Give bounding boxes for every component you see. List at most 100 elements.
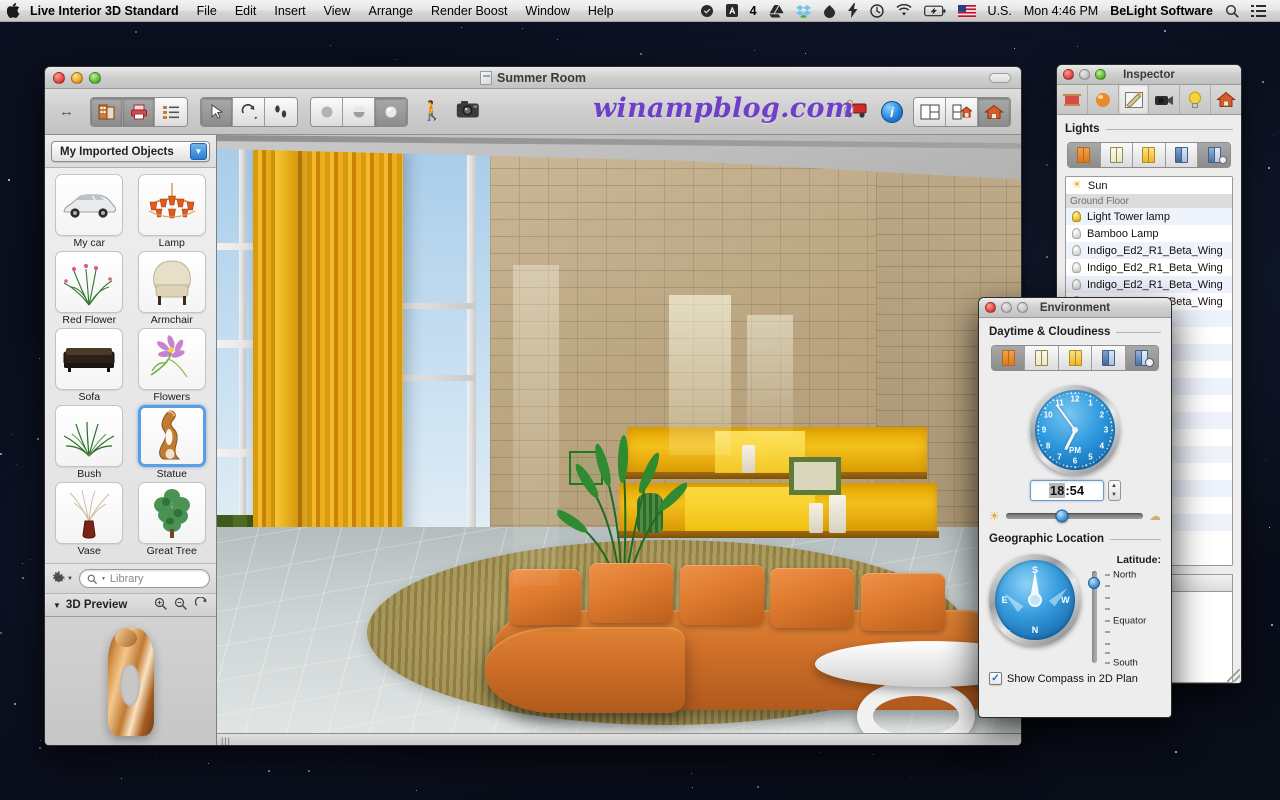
menu-arrange[interactable]: Arrange — [360, 0, 422, 21]
checkmark-icon[interactable]: ✓ — [989, 672, 1002, 685]
lights-list-item[interactable]: Indigo_Ed2_R1_Beta_Wing — [1066, 242, 1232, 259]
latitude-slider[interactable] — [1087, 569, 1101, 665]
zoom-in-icon[interactable] — [154, 597, 167, 613]
bulb-off-icon[interactable] — [1072, 279, 1081, 290]
lights-list-item[interactable]: Indigo_Ed2_R1_Beta_Wing — [1066, 276, 1232, 293]
preview-3d-viewport[interactable] — [45, 617, 216, 745]
inspector-tab-house[interactable] — [1211, 85, 1241, 114]
window-controls[interactable] — [45, 71, 101, 84]
flat-sphere-icon[interactable] — [311, 97, 343, 126]
tool-segment[interactable] — [200, 96, 298, 127]
inspector-tab-edit[interactable] — [1118, 85, 1150, 114]
google-drive-icon[interactable] — [763, 0, 790, 21]
bulb-on-icon[interactable] — [1072, 211, 1081, 222]
zoom-out-icon[interactable] — [174, 597, 187, 613]
gear-icon[interactable]: ▼ — [51, 571, 73, 586]
flash-icon[interactable] — [842, 0, 864, 21]
evernote-icon[interactable] — [694, 0, 720, 21]
split-window-icon[interactable] — [914, 97, 946, 126]
layout-segment[interactable] — [913, 96, 1011, 127]
menu-insert[interactable]: Insert — [265, 0, 314, 21]
library-category-popup[interactable]: My Imported Objects ▼ — [51, 141, 210, 162]
cloudiness-mode-segment[interactable] — [991, 345, 1159, 371]
window-day-icon[interactable] — [1100, 143, 1134, 167]
house-icon[interactable] — [978, 97, 1010, 126]
search-input[interactable]: ▼ Library — [78, 569, 210, 588]
droplet-icon[interactable] — [817, 0, 842, 21]
cloudiness-slider-knob[interactable] — [1055, 509, 1069, 523]
window-night-icon[interactable] — [1092, 346, 1126, 370]
menu-file[interactable]: File — [188, 0, 226, 21]
camera-icon[interactable] — [456, 100, 480, 124]
menu-app-name[interactable]: Live Interior 3D Standard — [26, 0, 188, 21]
library-item-my-car[interactable]: My car — [50, 174, 129, 249]
rotate-icon[interactable] — [233, 97, 265, 126]
inspector-tab-light[interactable] — [1180, 85, 1212, 114]
search-icon[interactable] — [1219, 0, 1245, 21]
footsteps-icon[interactable] — [265, 97, 297, 126]
shiny-sphere-icon[interactable] — [375, 97, 407, 126]
window-day-icon[interactable] — [1025, 346, 1059, 370]
wifi-icon[interactable] — [890, 0, 918, 21]
light-mode-segment[interactable] — [1067, 142, 1231, 168]
window-dusk-icon[interactable] — [1133, 143, 1166, 167]
inspector-tab-camera[interactable] — [1149, 85, 1181, 114]
bulb-off-icon[interactable] — [1072, 262, 1081, 273]
library-item-armchair[interactable]: Armchair — [133, 251, 212, 326]
latitude-slider-knob[interactable] — [1088, 576, 1100, 589]
chevron-down-icon[interactable]: ▼ — [67, 576, 73, 582]
time-machine-icon[interactable] — [864, 0, 890, 21]
time-minutes[interactable]: 54 — [1070, 483, 1084, 498]
window-dawn-icon[interactable] — [1068, 143, 1101, 167]
menu-clock[interactable]: Mon 4:46 PM — [1018, 0, 1104, 21]
window-night-icon[interactable] — [1165, 143, 1199, 167]
window-pill-icon[interactable] — [989, 72, 1011, 83]
library-item-red-flower[interactable]: Red Flower — [50, 251, 129, 326]
printer-icon[interactable] — [123, 97, 155, 126]
3d-viewport[interactable]: ||| — [217, 135, 1021, 746]
window-dawn-icon[interactable] — [992, 346, 1026, 370]
resize-handle-icon[interactable]: ↔ — [55, 103, 78, 120]
adobe-cc-icon[interactable] — [720, 0, 744, 21]
time-hours[interactable]: 18 — [1048, 483, 1066, 498]
apple-logo-icon[interactable] — [0, 0, 26, 21]
plan-house-icon[interactable] — [946, 97, 978, 126]
info-icon[interactable]: i — [881, 100, 903, 123]
building-plan-icon[interactable] — [91, 97, 123, 126]
show-compass-checkbox-row[interactable]: ✓ Show Compass in 2D Plan — [989, 672, 1161, 685]
disclosure-triangle-icon[interactable]: ▼ — [53, 601, 61, 610]
window-clock-icon[interactable] — [1125, 346, 1158, 370]
inspector-resize-grip-icon[interactable] — [1227, 669, 1240, 682]
chevron-down-icon[interactable]: ▼ — [190, 143, 207, 160]
render-mode-segment[interactable] — [310, 96, 408, 127]
lights-list-item[interactable]: Indigo_Ed2_R1_Beta_Wing — [1066, 259, 1232, 276]
menu-user[interactable]: BeLight Software — [1104, 0, 1219, 21]
inspector-tab-bar[interactable] — [1057, 85, 1241, 115]
list-tree-icon[interactable] — [155, 97, 187, 126]
time-input[interactable]: 18:54 — [1029, 480, 1104, 501]
library-item-bush[interactable]: Bush — [50, 405, 129, 480]
arrow-cursor-icon[interactable] — [201, 97, 233, 126]
us-flag-icon[interactable] — [952, 0, 982, 21]
resize-grip-icon[interactable]: ||| — [221, 736, 231, 746]
lights-list-item[interactable]: Bamboo Lamp — [1066, 225, 1232, 242]
reset-rotation-icon[interactable] — [194, 596, 208, 613]
stepper-down-icon[interactable]: ▼ — [1111, 491, 1117, 500]
menu-view[interactable]: View — [315, 0, 360, 21]
inspector-tab-material[interactable] — [1088, 85, 1119, 114]
menu-edit[interactable]: Edit — [226, 0, 266, 21]
library-item-great-tree[interactable]: Great Tree — [133, 482, 212, 557]
bulb-off-icon[interactable] — [1072, 228, 1081, 239]
library-item-flowers[interactable]: Flowers — [133, 328, 212, 403]
half-sphere-icon[interactable] — [343, 97, 375, 126]
menu-window[interactable]: Window — [516, 0, 578, 21]
notification-center-icon[interactable] — [1245, 0, 1272, 21]
environment-titlebar[interactable]: Environment — [979, 298, 1171, 318]
menu-render-boost[interactable]: Render Boost — [422, 0, 516, 21]
main-window-titlebar[interactable]: Summer Room — [45, 67, 1021, 89]
battery-icon[interactable] — [918, 0, 952, 21]
view-mode-segment[interactable] — [90, 96, 188, 127]
library-item-lamp[interactable]: Lamp — [133, 174, 212, 249]
bulb-off-icon[interactable] — [1072, 245, 1081, 256]
cloudiness-slider-track[interactable] — [1005, 509, 1143, 523]
